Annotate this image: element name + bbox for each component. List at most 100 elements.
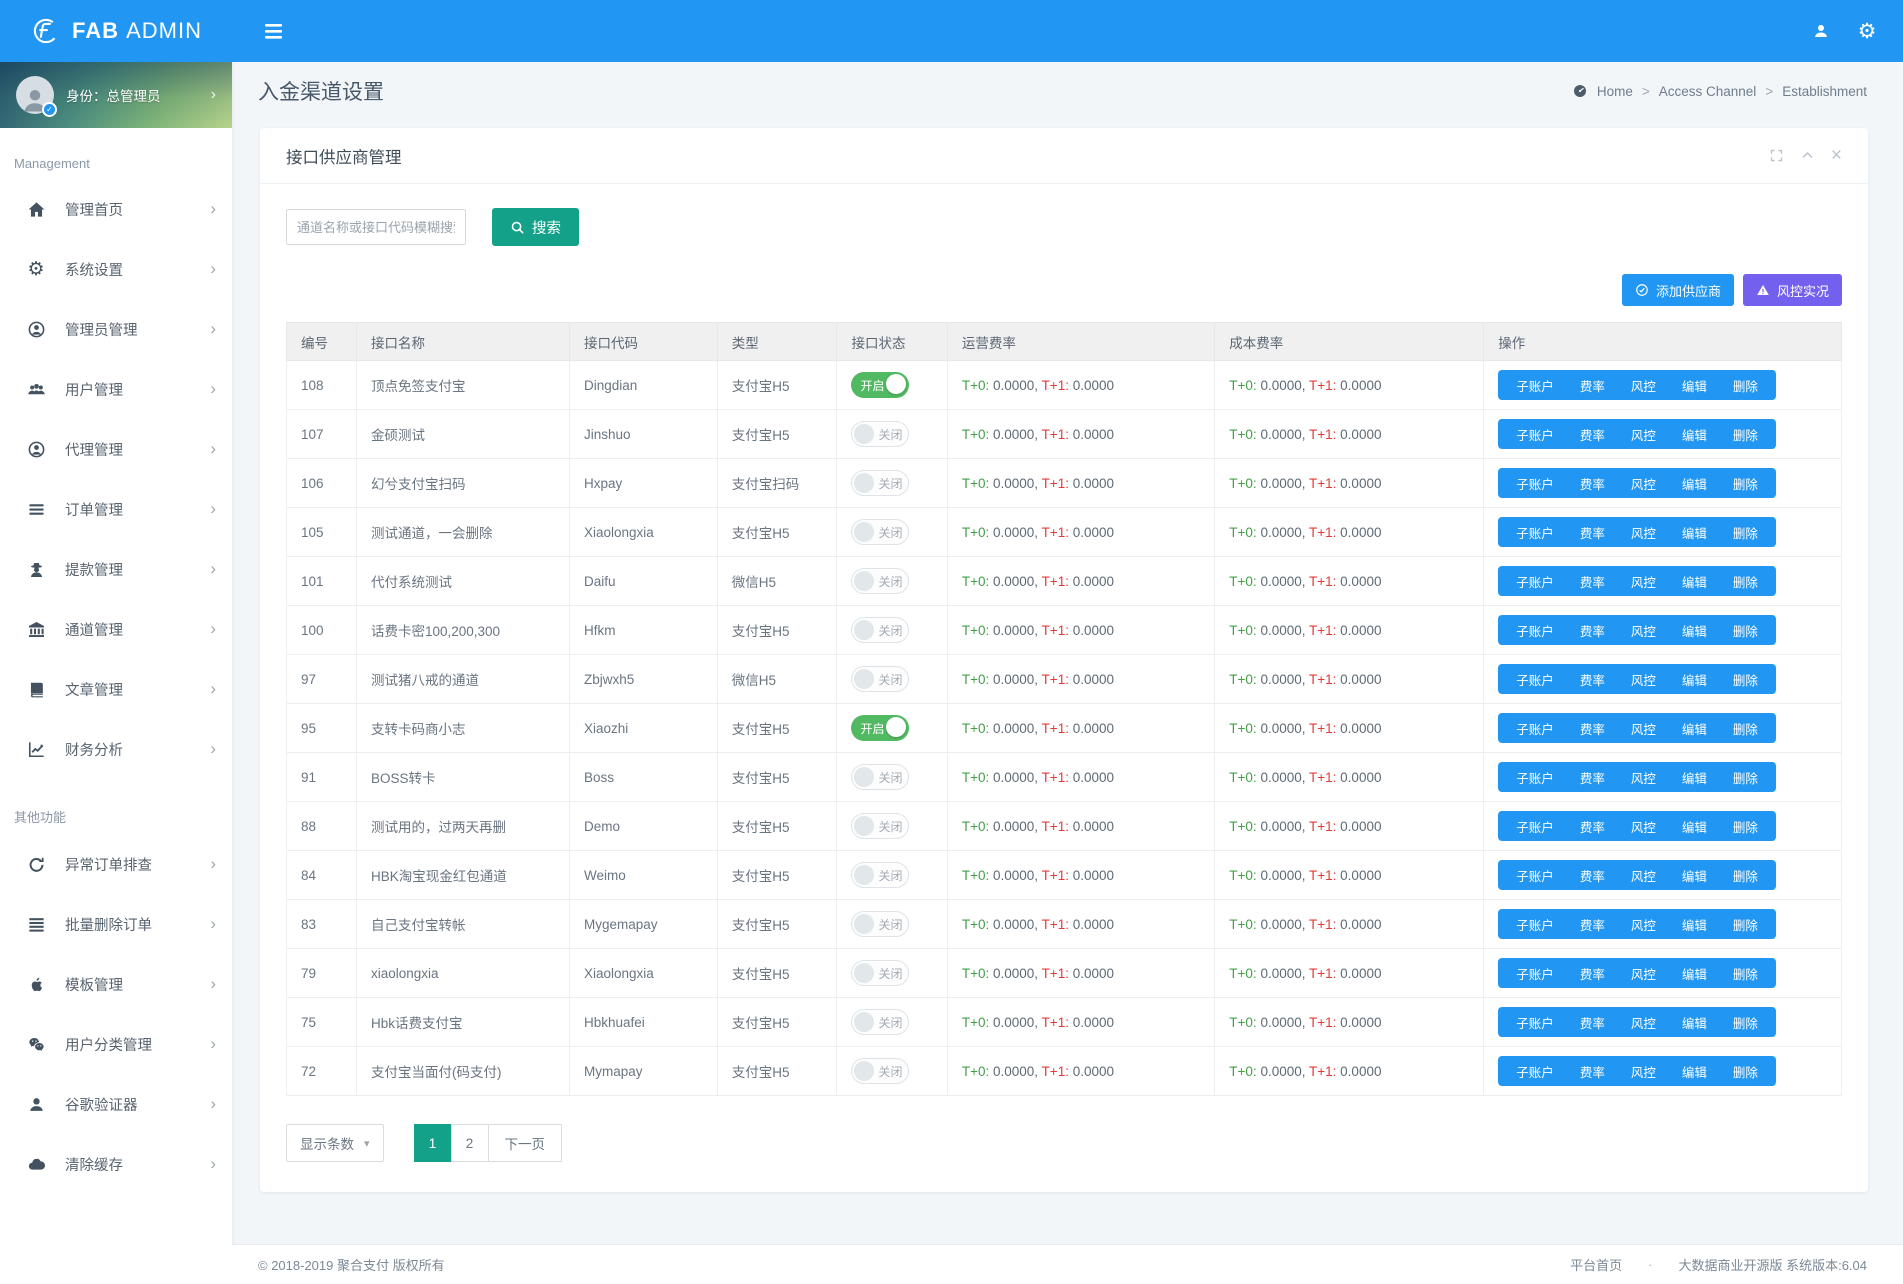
brand-logo[interactable]: FAB ADMIN	[0, 0, 232, 62]
sidebar-item-admins[interactable]: 管理员管理›	[0, 299, 232, 359]
action-risk-button[interactable]: 风控	[1618, 719, 1669, 738]
menu-icon[interactable]	[256, 14, 290, 48]
action-edit-button[interactable]: 编辑	[1669, 376, 1720, 395]
status-toggle[interactable]: 关闭	[851, 813, 909, 839]
action-edit-button[interactable]: 编辑	[1669, 425, 1720, 444]
action-edit-button[interactable]: 编辑	[1669, 817, 1720, 836]
action-edit-button[interactable]: 编辑	[1669, 1013, 1720, 1032]
action-delete-button[interactable]: 删除	[1720, 915, 1771, 934]
action-edit-button[interactable]: 编辑	[1669, 768, 1720, 787]
footer-home-link[interactable]: 平台首页	[1570, 1255, 1622, 1274]
next-page-button[interactable]: 下一页	[488, 1124, 563, 1162]
sidebar-item-user-category[interactable]: 用户分类管理›	[0, 1014, 232, 1074]
action-delete-button[interactable]: 删除	[1720, 523, 1771, 542]
action-rate-button[interactable]: 费率	[1567, 1062, 1618, 1081]
action-rate-button[interactable]: 费率	[1567, 523, 1618, 542]
action-delete-button[interactable]: 删除	[1720, 1013, 1771, 1032]
sidebar-item-channels[interactable]: 通道管理›	[0, 599, 232, 659]
action-sub-account-button[interactable]: 子账户	[1503, 768, 1567, 787]
breadcrumb-item-home[interactable]: Home	[1597, 84, 1633, 99]
action-sub-account-button[interactable]: 子账户	[1503, 621, 1567, 640]
action-rate-button[interactable]: 费率	[1567, 915, 1618, 934]
action-rate-button[interactable]: 费率	[1567, 572, 1618, 591]
action-edit-button[interactable]: 编辑	[1669, 719, 1720, 738]
action-edit-button[interactable]: 编辑	[1669, 474, 1720, 493]
action-sub-account-button[interactable]: 子账户	[1503, 376, 1567, 395]
action-risk-button[interactable]: 风控	[1618, 523, 1669, 542]
sidebar-item-templates[interactable]: 模板管理›	[0, 954, 232, 1014]
add-supplier-button[interactable]: 添加供应商	[1622, 274, 1734, 306]
action-sub-account-button[interactable]: 子账户	[1503, 572, 1567, 591]
action-risk-button[interactable]: 风控	[1618, 572, 1669, 591]
sidebar-item-users[interactable]: 用户管理›	[0, 359, 232, 419]
action-delete-button[interactable]: 删除	[1720, 768, 1771, 787]
status-toggle[interactable]: 关闭	[851, 862, 909, 888]
status-toggle[interactable]: 关闭	[851, 1058, 909, 1084]
action-rate-button[interactable]: 费率	[1567, 964, 1618, 983]
action-delete-button[interactable]: 删除	[1720, 425, 1771, 444]
action-edit-button[interactable]: 编辑	[1669, 670, 1720, 689]
status-toggle[interactable]: 开启	[851, 372, 909, 398]
action-rate-button[interactable]: 费率	[1567, 866, 1618, 885]
action-delete-button[interactable]: 删除	[1720, 670, 1771, 689]
action-sub-account-button[interactable]: 子账户	[1503, 817, 1567, 836]
action-sub-account-button[interactable]: 子账户	[1503, 719, 1567, 738]
action-sub-account-button[interactable]: 子账户	[1503, 523, 1567, 542]
status-toggle[interactable]: 关闭	[851, 666, 909, 692]
action-edit-button[interactable]: 编辑	[1669, 572, 1720, 591]
action-risk-button[interactable]: 风控	[1618, 768, 1669, 787]
user-panel[interactable]: ✓ 身份：总管理员 ›	[0, 62, 232, 128]
action-risk-button[interactable]: 风控	[1618, 866, 1669, 885]
gear-icon[interactable]: ⚙	[1847, 11, 1887, 51]
action-delete-button[interactable]: 删除	[1720, 376, 1771, 395]
action-delete-button[interactable]: 删除	[1720, 474, 1771, 493]
action-rate-button[interactable]: 费率	[1567, 474, 1618, 493]
action-sub-account-button[interactable]: 子账户	[1503, 964, 1567, 983]
action-risk-button[interactable]: 风控	[1618, 817, 1669, 836]
action-risk-button[interactable]: 风控	[1618, 964, 1669, 983]
action-edit-button[interactable]: 编辑	[1669, 1062, 1720, 1081]
search-button[interactable]: 搜索	[492, 208, 579, 246]
action-delete-button[interactable]: 删除	[1720, 817, 1771, 836]
action-rate-button[interactable]: 费率	[1567, 719, 1618, 738]
sidebar-item-finance[interactable]: 财务分析›	[0, 719, 232, 779]
close-icon[interactable]: ×	[1831, 146, 1842, 165]
sidebar-item-home[interactable]: 管理首页›	[0, 179, 232, 239]
status-toggle[interactable]: 关闭	[851, 421, 909, 447]
sidebar-item-articles[interactable]: 文章管理›	[0, 659, 232, 719]
status-toggle[interactable]: 关闭	[851, 519, 909, 545]
status-toggle[interactable]: 关闭	[851, 470, 909, 496]
sidebar-item-withdraw[interactable]: 提款管理›	[0, 539, 232, 599]
action-sub-account-button[interactable]: 子账户	[1503, 670, 1567, 689]
action-risk-button[interactable]: 风控	[1618, 474, 1669, 493]
action-risk-button[interactable]: 风控	[1618, 1013, 1669, 1032]
action-delete-button[interactable]: 删除	[1720, 621, 1771, 640]
action-sub-account-button[interactable]: 子账户	[1503, 1062, 1567, 1081]
sidebar-item-orders[interactable]: 订单管理›	[0, 479, 232, 539]
status-toggle[interactable]: 关闭	[851, 1009, 909, 1035]
action-sub-account-button[interactable]: 子账户	[1503, 915, 1567, 934]
sidebar-item-batch-delete[interactable]: 批量删除订单›	[0, 894, 232, 954]
action-edit-button[interactable]: 编辑	[1669, 915, 1720, 934]
action-delete-button[interactable]: 删除	[1720, 866, 1771, 885]
action-delete-button[interactable]: 删除	[1720, 572, 1771, 591]
action-edit-button[interactable]: 编辑	[1669, 523, 1720, 542]
action-rate-button[interactable]: 费率	[1567, 817, 1618, 836]
action-rate-button[interactable]: 费率	[1567, 768, 1618, 787]
page-size-dropdown[interactable]: 显示条数 ▾	[286, 1124, 384, 1162]
status-toggle[interactable]: 关闭	[851, 617, 909, 643]
page-button-2[interactable]: 2	[451, 1124, 489, 1162]
sidebar-item-abnormal-orders[interactable]: 异常订单排查›	[0, 834, 232, 894]
user-icon[interactable]	[1801, 11, 1841, 51]
action-edit-button[interactable]: 编辑	[1669, 964, 1720, 983]
action-risk-button[interactable]: 风控	[1618, 376, 1669, 395]
action-rate-button[interactable]: 费率	[1567, 621, 1618, 640]
action-edit-button[interactable]: 编辑	[1669, 621, 1720, 640]
action-sub-account-button[interactable]: 子账户	[1503, 1013, 1567, 1032]
sidebar-item-system[interactable]: ⚙系统设置›	[0, 239, 232, 299]
action-sub-account-button[interactable]: 子账户	[1503, 474, 1567, 493]
action-rate-button[interactable]: 费率	[1567, 670, 1618, 689]
action-sub-account-button[interactable]: 子账户	[1503, 425, 1567, 444]
action-rate-button[interactable]: 费率	[1567, 425, 1618, 444]
expand-icon[interactable]	[1769, 148, 1784, 163]
